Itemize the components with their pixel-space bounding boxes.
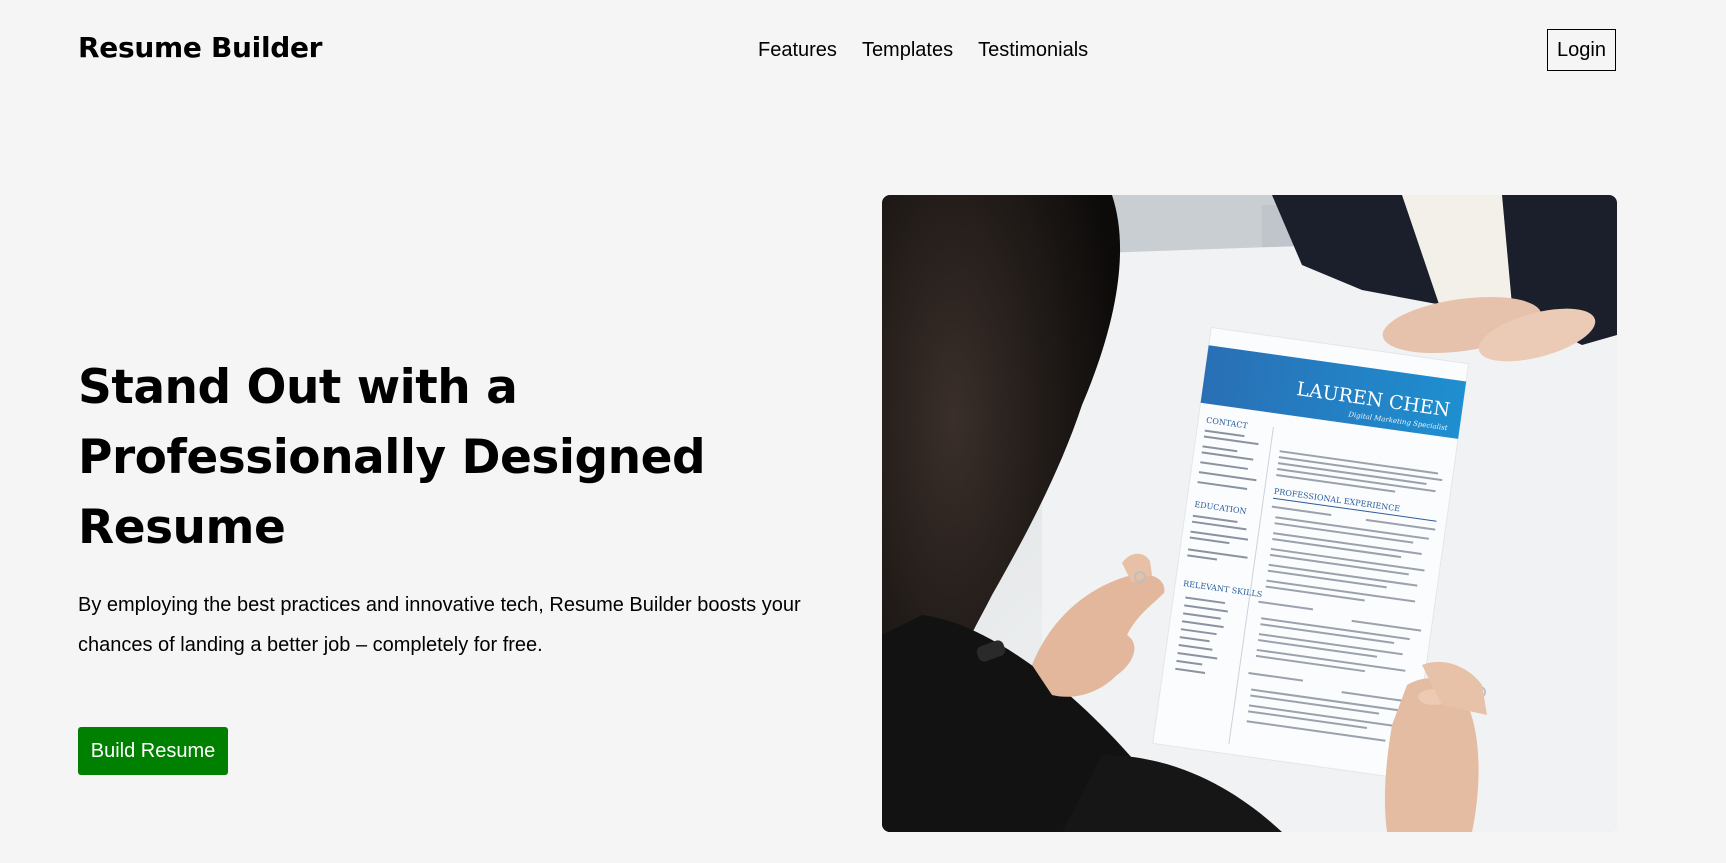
nav-testimonials[interactable]: Testimonials [978,39,1088,62]
hero-photo: LAUREN CHEN Digital Marketing Specialist… [882,195,1617,832]
nav-templates[interactable]: Templates [862,39,953,62]
landing-page: Resume Builder Features Templates Testim… [0,0,1726,863]
nav-features[interactable]: Features [758,39,837,62]
brand-logo[interactable]: Resume Builder [78,31,322,64]
build-resume-button[interactable]: Build Resume [78,727,228,775]
hero-subtitle: By employing the best practices and inno… [78,594,801,656]
hero-title: Stand Out with a Professionally Designed… [78,360,706,555]
login-button[interactable]: Login [1547,29,1616,71]
main-nav: Features Templates Testimonials [758,39,1088,62]
